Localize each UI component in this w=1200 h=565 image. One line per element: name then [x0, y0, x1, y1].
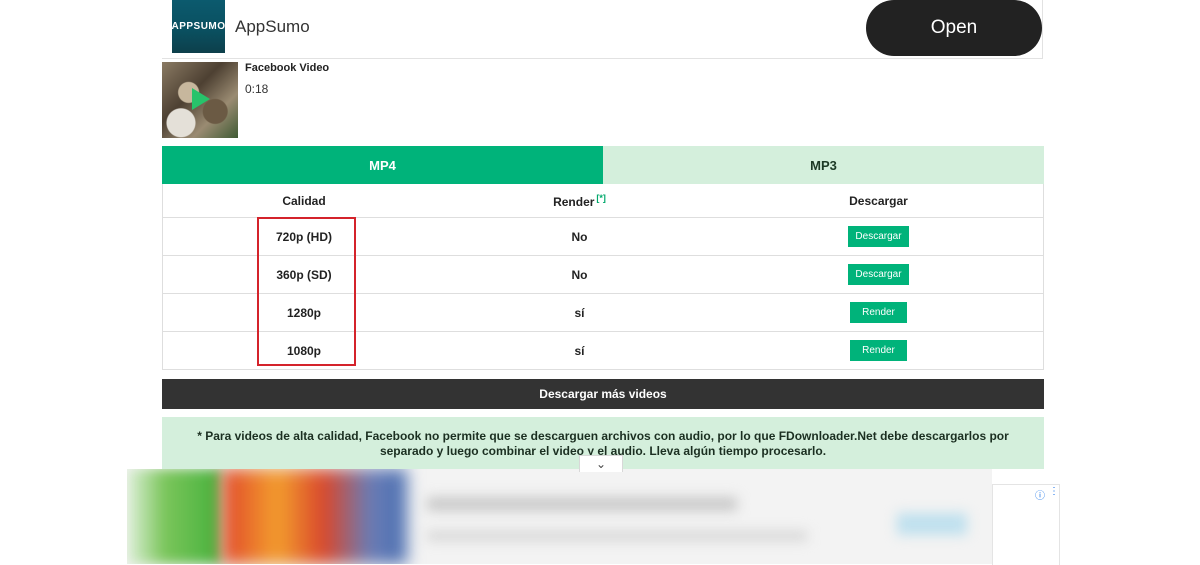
render-note-link[interactable]: [*]: [596, 193, 606, 203]
render-button[interactable]: Render: [850, 340, 907, 361]
more-vert-icon[interactable]: ⋮: [1049, 486, 1059, 497]
render-button[interactable]: Render: [850, 302, 907, 323]
tab-mp3[interactable]: MP3: [603, 146, 1044, 184]
ad-subtext-blurred: [427, 531, 807, 541]
more-videos-button[interactable]: Descargar más videos: [162, 379, 1044, 409]
quality-highlight-box: [257, 217, 356, 366]
render-cell: sí: [574, 343, 585, 358]
ad-image: [222, 469, 407, 564]
ad-image-left: [127, 469, 222, 564]
ad-cta-blurred[interactable]: [897, 513, 967, 535]
download-button[interactable]: Descargar: [848, 264, 909, 285]
collapse-ad-button[interactable]: ⌄: [579, 455, 623, 472]
appsumo-logo: APPSUMO: [171, 0, 225, 53]
render-header-label: Render: [553, 194, 595, 209]
chevron-down-icon: ⌄: [595, 457, 607, 471]
render-cell: No: [571, 229, 588, 244]
render-header: Render [*]: [445, 193, 714, 209]
table-header: Calidad Render [*] Descargar: [163, 184, 1043, 217]
open-ad-button[interactable]: Open: [866, 0, 1042, 56]
play-icon: [192, 88, 210, 110]
download-button[interactable]: Descargar: [848, 226, 909, 247]
ad-text-blurred: [427, 497, 737, 511]
render-cell: sí: [574, 305, 585, 320]
quality-header: Calidad: [282, 193, 326, 208]
tab-mp4[interactable]: MP4: [162, 146, 603, 184]
video-thumbnail[interactable]: [162, 62, 238, 138]
video-duration: 0:18: [245, 82, 269, 96]
render-cell: No: [571, 267, 588, 282]
download-header: Descargar: [849, 193, 908, 208]
format-tabs: MP4 MP3: [162, 146, 1044, 184]
bottom-ad[interactable]: [127, 469, 992, 564]
ad-name: AppSumo: [235, 17, 310, 36]
ad-banner[interactable]: APPSUMO AppSumo Open: [162, 0, 1043, 59]
video-title: Facebook Video: [245, 62, 330, 74]
info-icon[interactable]: ⓘ: [1035, 487, 1045, 502]
